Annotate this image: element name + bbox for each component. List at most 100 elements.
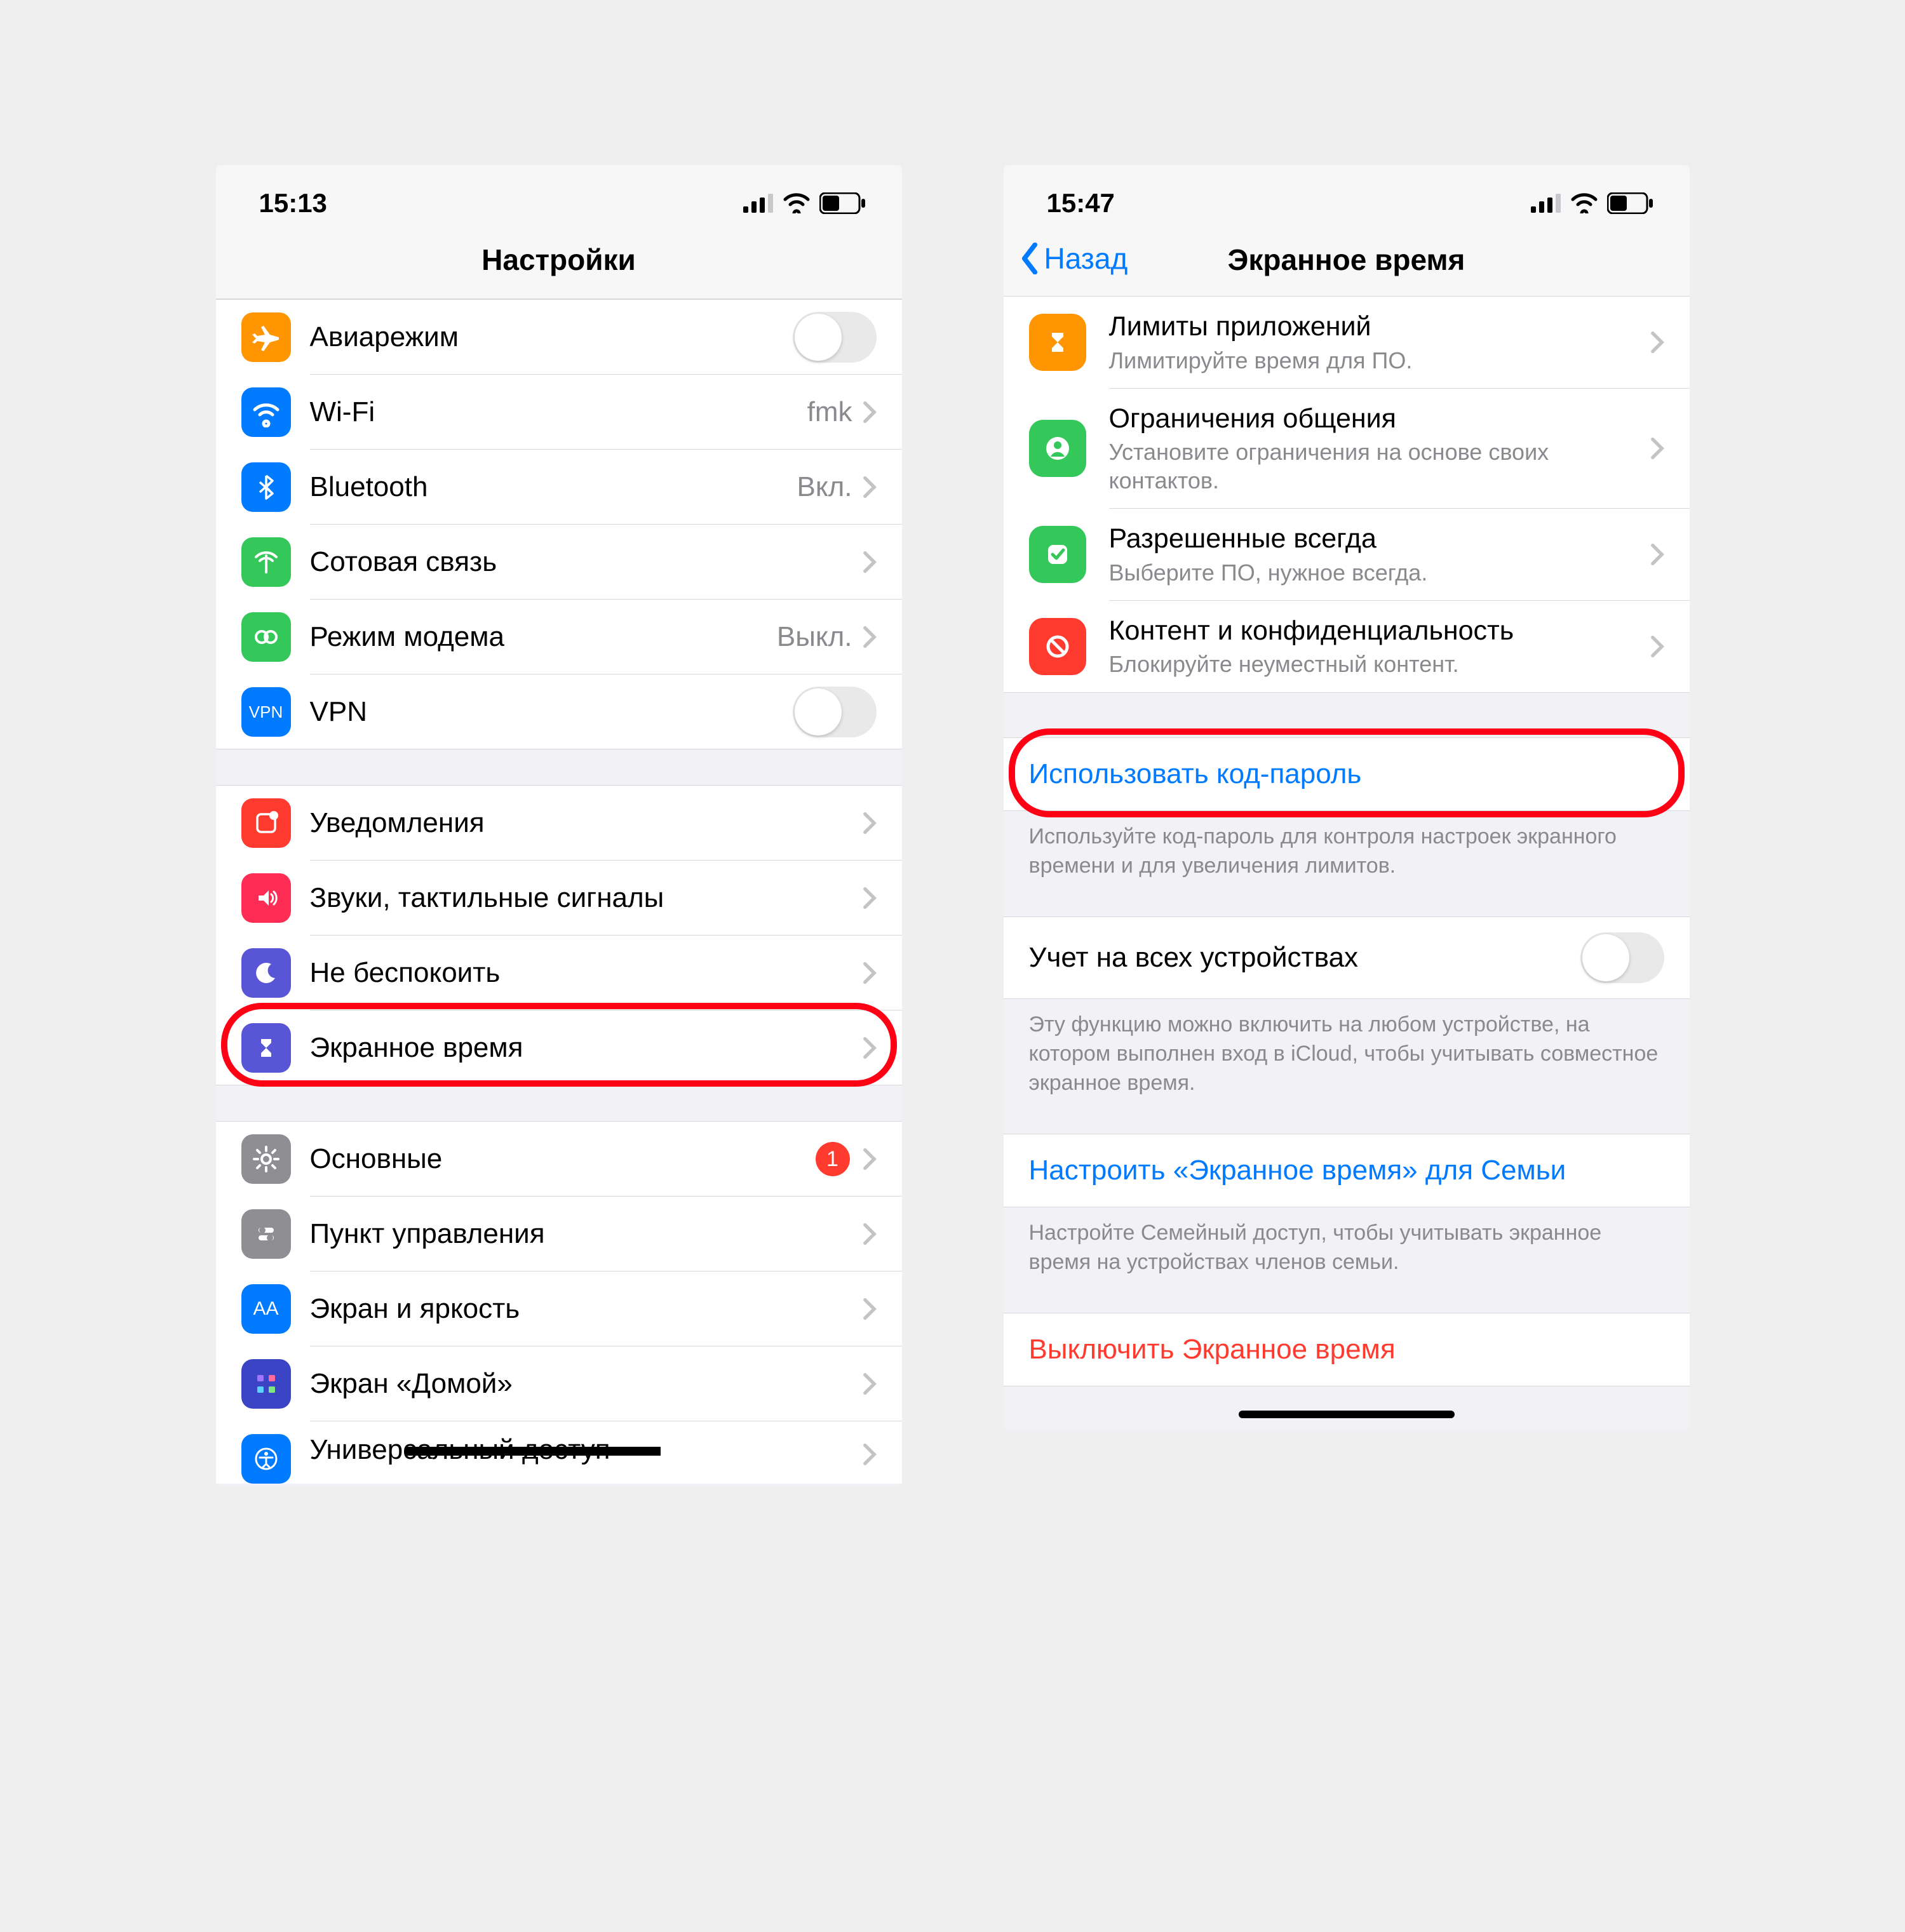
- row-label: Режим модема: [310, 621, 777, 653]
- chevron-right-icon: [1650, 437, 1664, 460]
- chevron-right-icon: [863, 401, 877, 424]
- hourglass-icon: [241, 1023, 291, 1073]
- row-sounds[interactable]: Звуки, тактильные сигналы: [216, 861, 902, 936]
- link-label: Настроить «Экранное время» для Семьи: [1029, 1155, 1566, 1186]
- chevron-right-icon: [1650, 543, 1664, 566]
- control-icon: [241, 1209, 291, 1259]
- row-comm[interactable]: Ограничения общения Установите ограничен…: [1004, 389, 1690, 509]
- chevron-right-icon: [863, 551, 877, 574]
- row-label: Учет на всех устройствах: [1029, 942, 1580, 974]
- hourglass-icon: [1029, 314, 1086, 371]
- check-badge-icon: [1029, 526, 1086, 583]
- row-label: Экранное время: [310, 1032, 863, 1064]
- row-general[interactable]: Основные 1: [216, 1122, 902, 1197]
- redaction-mark: [407, 1447, 661, 1456]
- row-value: fmk: [807, 396, 852, 428]
- status-icons: [743, 192, 866, 214]
- row-applimits[interactable]: Лимиты приложений Лимитируйте время для …: [1004, 297, 1690, 389]
- display-icon: AA: [241, 1284, 291, 1334]
- settings-group-connectivity: Авиарежим Wi-Fi fmk Bluetooth Вкл. Сотов…: [216, 299, 902, 749]
- cellular-icon: [241, 537, 291, 587]
- battery-icon: [819, 192, 866, 214]
- status-bar: 15:47: [1004, 165, 1690, 230]
- row-label: Сотовая связь: [310, 546, 863, 578]
- row-label: Уведомления: [310, 807, 863, 839]
- item-subtitle: Блокируйте неуместный контент.: [1109, 650, 1650, 678]
- moon-icon: [241, 948, 291, 998]
- row-label: Звуки, тактильные сигналы: [310, 882, 863, 914]
- row-dnd[interactable]: Не беспокоить: [216, 936, 902, 1010]
- row-screentime[interactable]: Экранное время: [216, 1010, 902, 1085]
- status-time: 15:47: [1047, 188, 1115, 218]
- nav-header: Настройки: [216, 230, 902, 299]
- wifi-icon: [1570, 193, 1598, 213]
- person-icon: [1029, 420, 1086, 477]
- chevron-right-icon: [863, 1148, 877, 1171]
- row-allowed[interactable]: Разрешенные всегда Выберите ПО, нужное в…: [1004, 509, 1690, 601]
- item-title: Разрешенные всегда: [1109, 523, 1650, 556]
- chevron-left-icon: [1019, 243, 1040, 274]
- toggle-switch[interactable]: [793, 687, 877, 737]
- chevron-right-icon: [863, 1443, 877, 1466]
- row-wifi[interactable]: Wi-Fi fmk: [216, 375, 902, 450]
- chevron-right-icon: [863, 1223, 877, 1245]
- chevron-right-icon: [863, 626, 877, 648]
- status-bar: 15:13: [216, 165, 902, 230]
- row-content[interactable]: Контент и конфиденциальность Блокируйте …: [1004, 601, 1690, 694]
- page-title: Настройки: [481, 243, 636, 277]
- row-cellular[interactable]: Сотовая связь: [216, 525, 902, 600]
- row-label: Экран и яркость: [310, 1293, 863, 1325]
- item-title: Лимиты приложений: [1109, 311, 1650, 344]
- use-passcode-link[interactable]: Использовать код-пароль: [1004, 737, 1690, 811]
- disable-screentime-link[interactable]: Выключить Экранное время: [1004, 1313, 1690, 1386]
- row-controlcenter[interactable]: Пункт управления: [216, 1197, 902, 1271]
- row-notifications[interactable]: Уведомления: [216, 786, 902, 861]
- row-hotspot[interactable]: Режим модема Выкл.: [216, 600, 902, 674]
- home-indicator[interactable]: [1239, 1411, 1455, 1418]
- home-icon: [241, 1359, 291, 1409]
- row-label: Экран «Домой»: [310, 1368, 863, 1400]
- row-label: VPN: [310, 696, 793, 728]
- row-bluetooth[interactable]: Bluetooth Вкл.: [216, 450, 902, 525]
- phone-screentime: 15:47 Назад Экранное время Лимиты прилож…: [1004, 165, 1690, 1431]
- wifi-icon: [783, 193, 811, 213]
- notification-badge: 1: [816, 1142, 850, 1176]
- row-airplane[interactable]: Авиарежим: [216, 300, 902, 375]
- row-homescreen[interactable]: Экран «Домой»: [216, 1346, 902, 1421]
- toggle-switch[interactable]: [793, 312, 877, 363]
- row-label: Пункт управления: [310, 1218, 863, 1250]
- row-display[interactable]: AA Экран и яркость: [216, 1271, 902, 1346]
- row-accessibility[interactable]: Универсальный доступ: [216, 1421, 902, 1484]
- page-title: Экранное время: [1228, 243, 1465, 277]
- family-setup-link[interactable]: Настроить «Экранное время» для Семьи: [1004, 1134, 1690, 1207]
- hotspot-icon: [241, 612, 291, 662]
- chevron-right-icon: [863, 476, 877, 499]
- notifications-icon: [241, 798, 291, 848]
- chevron-right-icon: [863, 1036, 877, 1059]
- item-subtitle: Установите ограничения на основе своих к…: [1109, 438, 1650, 495]
- battery-icon: [1607, 192, 1654, 214]
- row-vpn[interactable]: VPN VPN: [216, 674, 902, 749]
- chevron-right-icon: [863, 887, 877, 909]
- cellular-icon: [743, 194, 774, 213]
- phone-settings: 15:13 Настройки Авиарежим Wi-Fi fmk Blue…: [216, 165, 902, 1486]
- family-footer: Настройте Семейный доступ, чтобы учитыва…: [1004, 1207, 1690, 1300]
- nav-header: Назад Экранное время: [1004, 230, 1690, 297]
- row-value: Вкл.: [797, 471, 852, 503]
- item-subtitle: Выберите ПО, нужное всегда.: [1109, 558, 1650, 587]
- link-label: Выключить Экранное время: [1029, 1334, 1396, 1365]
- back-label: Назад: [1044, 241, 1128, 276]
- bluetooth-icon: [241, 462, 291, 512]
- chevron-right-icon: [1650, 635, 1664, 658]
- chevron-right-icon: [1650, 331, 1664, 354]
- sounds-icon: [241, 873, 291, 923]
- chevron-right-icon: [863, 1298, 877, 1320]
- status-time: 15:13: [259, 188, 327, 218]
- row-label: Bluetooth: [310, 471, 797, 503]
- chevron-right-icon: [863, 962, 877, 984]
- settings-group-general: Основные 1 Пункт управления AA Экран и я…: [216, 1121, 902, 1484]
- link-label: Использовать код-пароль: [1029, 758, 1362, 789]
- back-button[interactable]: Назад: [1019, 241, 1128, 276]
- toggle-switch[interactable]: [1580, 932, 1664, 983]
- row-share-devices[interactable]: Учет на всех устройствах: [1004, 916, 1690, 999]
